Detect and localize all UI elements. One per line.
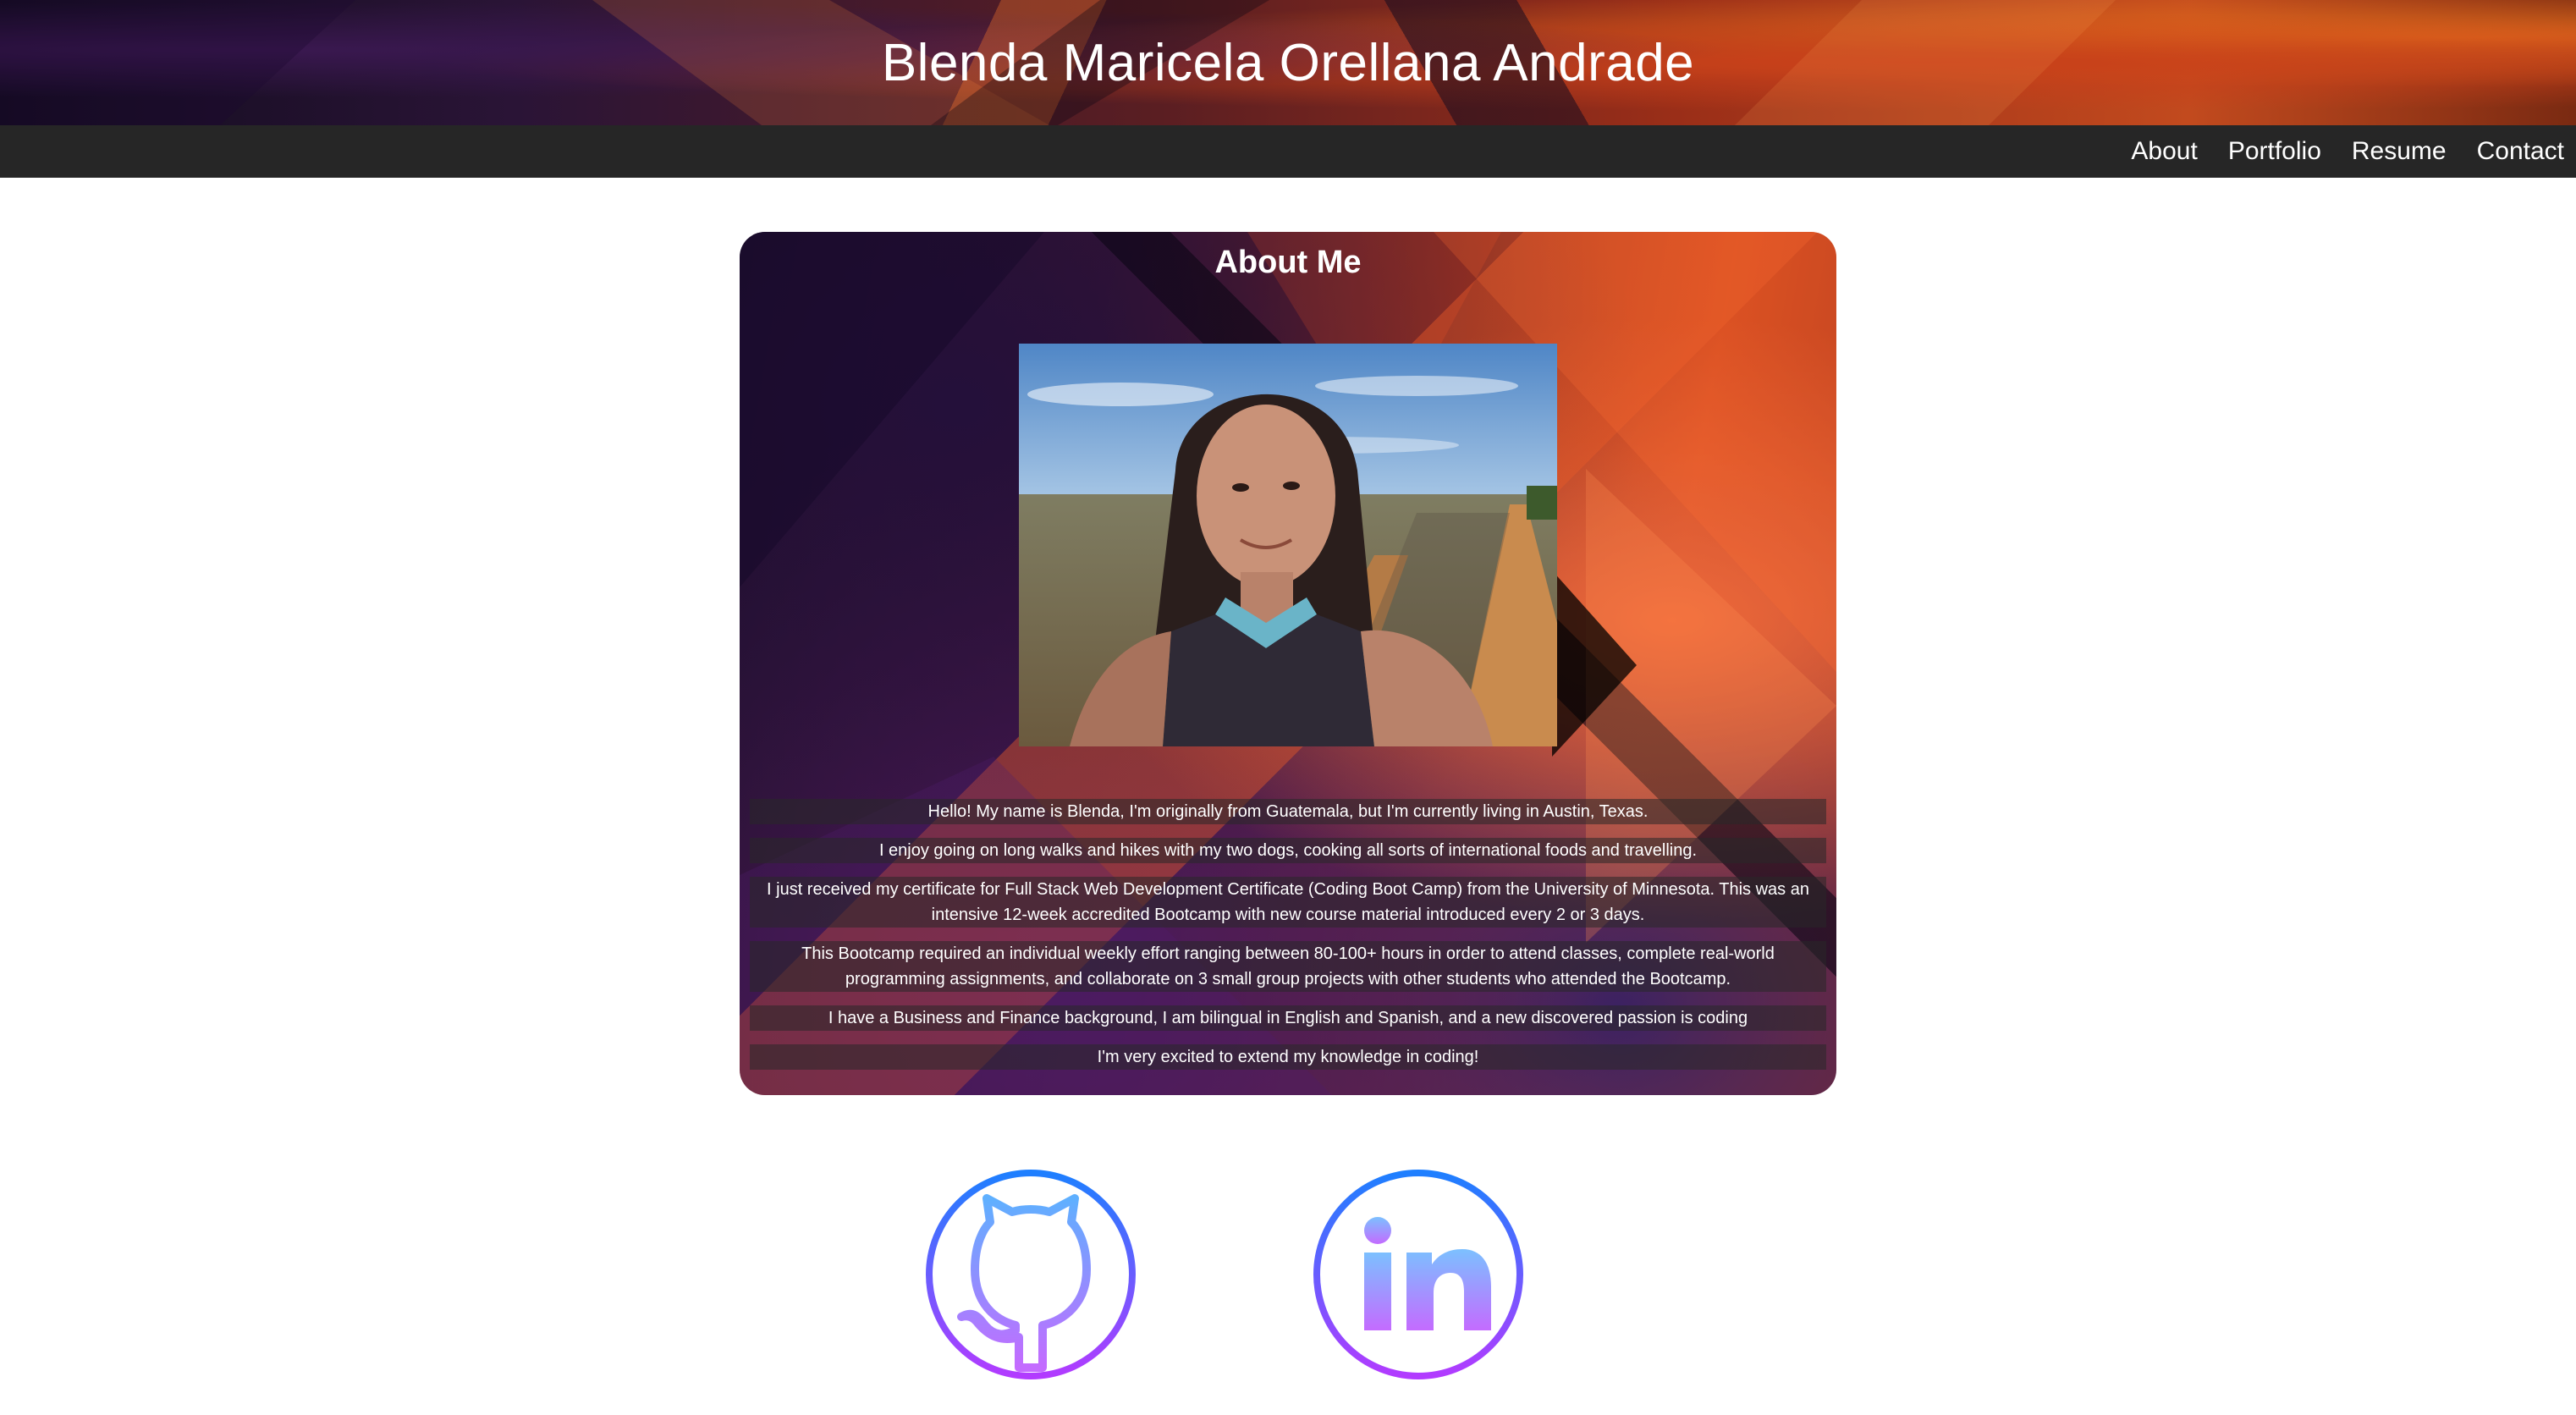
nav-link-portfolio[interactable]: Portfolio [2228, 137, 2321, 166]
header-banner: Blenda Maricela Orellana Andrade [0, 0, 2576, 125]
about-card: About Me Hello! My name is Blenda, I'm o… [740, 232, 1836, 1095]
linkedin-link[interactable] [1312, 1168, 1525, 1381]
about-text: Hello! My name is Blenda, I'm originally… [750, 799, 1826, 1070]
about-paragraph: I just received my certificate for Full … [750, 877, 1826, 928]
about-paragraph: I'm very excited to extend my knowledge … [750, 1044, 1826, 1070]
main-nav: About Portfolio Resume Contact [0, 125, 2576, 178]
profile-photo [1019, 344, 1557, 746]
about-title: About Me [1214, 244, 1362, 280]
nav-link-about[interactable]: About [2131, 137, 2197, 166]
github-link[interactable] [924, 1168, 1137, 1381]
about-paragraph: I enjoy going on long walks and hikes wi… [750, 838, 1826, 863]
nav-link-contact[interactable]: Contact [2477, 137, 2564, 166]
site-title: Blenda Maricela Orellana Andrade [881, 33, 1695, 92]
about-paragraph: Hello! My name is Blenda, I'm originally… [750, 799, 1826, 824]
linkedin-icon [1313, 1170, 1523, 1379]
nav-link-resume[interactable]: Resume [2352, 137, 2447, 166]
about-paragraph: I have a Business and Finance background… [750, 1005, 1826, 1031]
github-icon [926, 1170, 1136, 1379]
about-paragraph: This Bootcamp required an individual wee… [750, 941, 1826, 992]
